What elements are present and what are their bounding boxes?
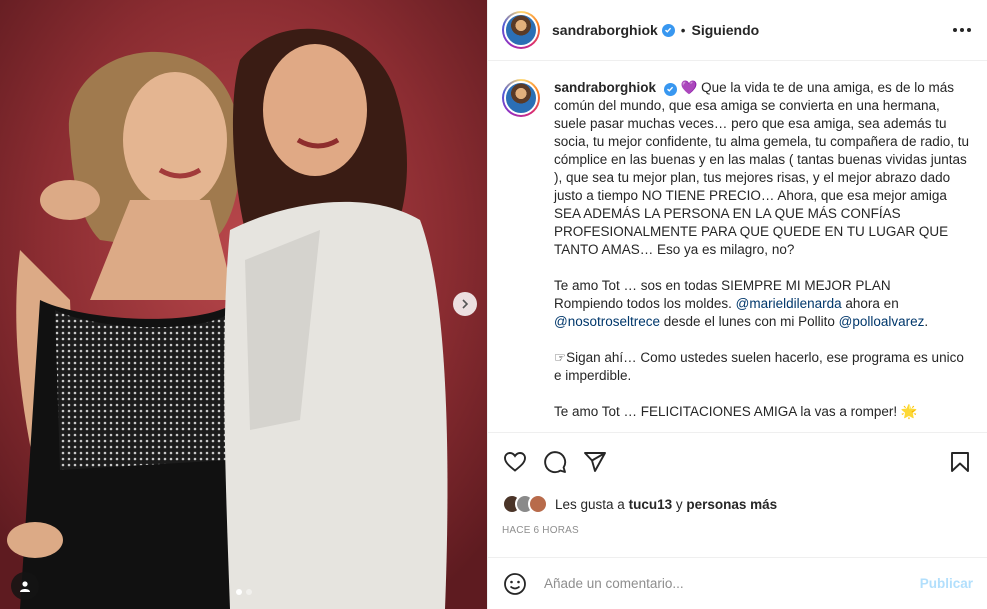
save-button[interactable]: [947, 449, 973, 475]
next-photo-button[interactable]: [453, 292, 477, 316]
likes-text: Les gusta a tucu13 y personas más: [555, 497, 777, 512]
caption-username[interactable]: sandraborghiok: [554, 80, 656, 95]
caption-p2-line1: Te amo Tot … sos en todas SIEMPRE MI MEJ…: [554, 278, 891, 293]
caption-p2-line2-post: ahora en: [845, 296, 899, 311]
mention-marieldilenarda[interactable]: @marieldilenarda: [736, 296, 842, 311]
carousel-dot: [246, 589, 252, 595]
caption-text: sandraborghiok 💜 Que la vida te de una a…: [554, 79, 972, 432]
comment-input[interactable]: [544, 576, 920, 591]
post-actions: [488, 433, 987, 491]
post-side-panel: sandraborghiok • Siguiendo sandraborghio…: [487, 0, 987, 609]
carousel-dot-active: [236, 589, 242, 595]
likes-connector: y: [675, 496, 683, 512]
more-options-button[interactable]: [951, 22, 973, 38]
more-options-icon: [953, 28, 957, 32]
like-button[interactable]: [502, 449, 528, 475]
caption-p2-end: .: [924, 314, 929, 329]
verified-badge-icon: [661, 23, 675, 37]
mention-polloalvarez[interactable]: @polloalvarez: [839, 314, 925, 329]
caption-row: sandraborghiok 💜 Que la vida te de una a…: [502, 79, 973, 432]
chevron-right-icon: [462, 299, 469, 309]
likes-prefix: Les gusta a: [555, 496, 625, 512]
liker-username[interactable]: tucu13: [629, 497, 673, 512]
comment-icon: [544, 451, 567, 474]
author-avatar[interactable]: [502, 11, 540, 49]
caption-paragraph-1: sandraborghiok 💜 Que la vida te de una a…: [554, 79, 972, 259]
liker-avatar[interactable]: [528, 494, 548, 514]
likes-others-link[interactable]: personas más: [686, 497, 777, 512]
carousel-indicator: [236, 589, 252, 595]
purple-heart-emoji: 💜: [680, 80, 698, 95]
mention-nosotroseltrece[interactable]: @nosotroseltrece: [554, 314, 660, 329]
user-icon: [20, 581, 30, 592]
following-button[interactable]: Siguiendo: [692, 22, 760, 38]
emoji-icon: [504, 572, 526, 595]
send-icon: [584, 452, 606, 472]
emoji-button[interactable]: [502, 571, 528, 597]
heart-icon: [504, 452, 526, 472]
verified-badge-icon: [663, 82, 677, 96]
author-username[interactable]: sandraborghiok: [552, 22, 658, 38]
caption-p2-line2: Rompiendo todos los moldes.: [554, 296, 732, 311]
comment-bar: Publicar: [488, 557, 987, 609]
post-photo[interactable]: [0, 0, 487, 609]
caption-paragraph-2: Te amo Tot … sos en todas SIEMPRE MI MEJ…: [554, 277, 972, 331]
bookmark-icon: [951, 452, 969, 472]
caption-paragraph-1-text: Que la vida te de una amiga, es de lo má…: [554, 80, 969, 257]
caption-paragraph-4: Te amo Tot … FELICITACIONES AMIGA la vas…: [554, 404, 918, 419]
caption-p2-line3: desde el lunes con mi Pollito: [663, 314, 835, 329]
likes-summary: Les gusta a tucu13 y personas más: [488, 491, 987, 517]
header-separator: •: [680, 22, 686, 38]
instagram-post-modal: sandraborghiok • Siguiendo sandraborghio…: [0, 0, 987, 609]
caption-author-avatar[interactable]: [502, 79, 540, 117]
comment-button[interactable]: [542, 449, 568, 475]
post-timestamp[interactable]: HACE 6 HORAS: [488, 517, 987, 557]
photo-scene: [0, 0, 487, 609]
caption-paragraph-3: ☞Sigan ahí… Como ustedes suelen hacerlo,…: [554, 350, 964, 383]
publish-button[interactable]: Publicar: [920, 576, 973, 591]
tagged-users-button[interactable]: [11, 572, 39, 600]
caption-area: sandraborghiok 💜 Que la vida te de una a…: [488, 61, 987, 433]
post-header: sandraborghiok • Siguiendo: [488, 0, 987, 61]
share-button[interactable]: [582, 449, 608, 475]
liker-avatars: [502, 494, 548, 514]
